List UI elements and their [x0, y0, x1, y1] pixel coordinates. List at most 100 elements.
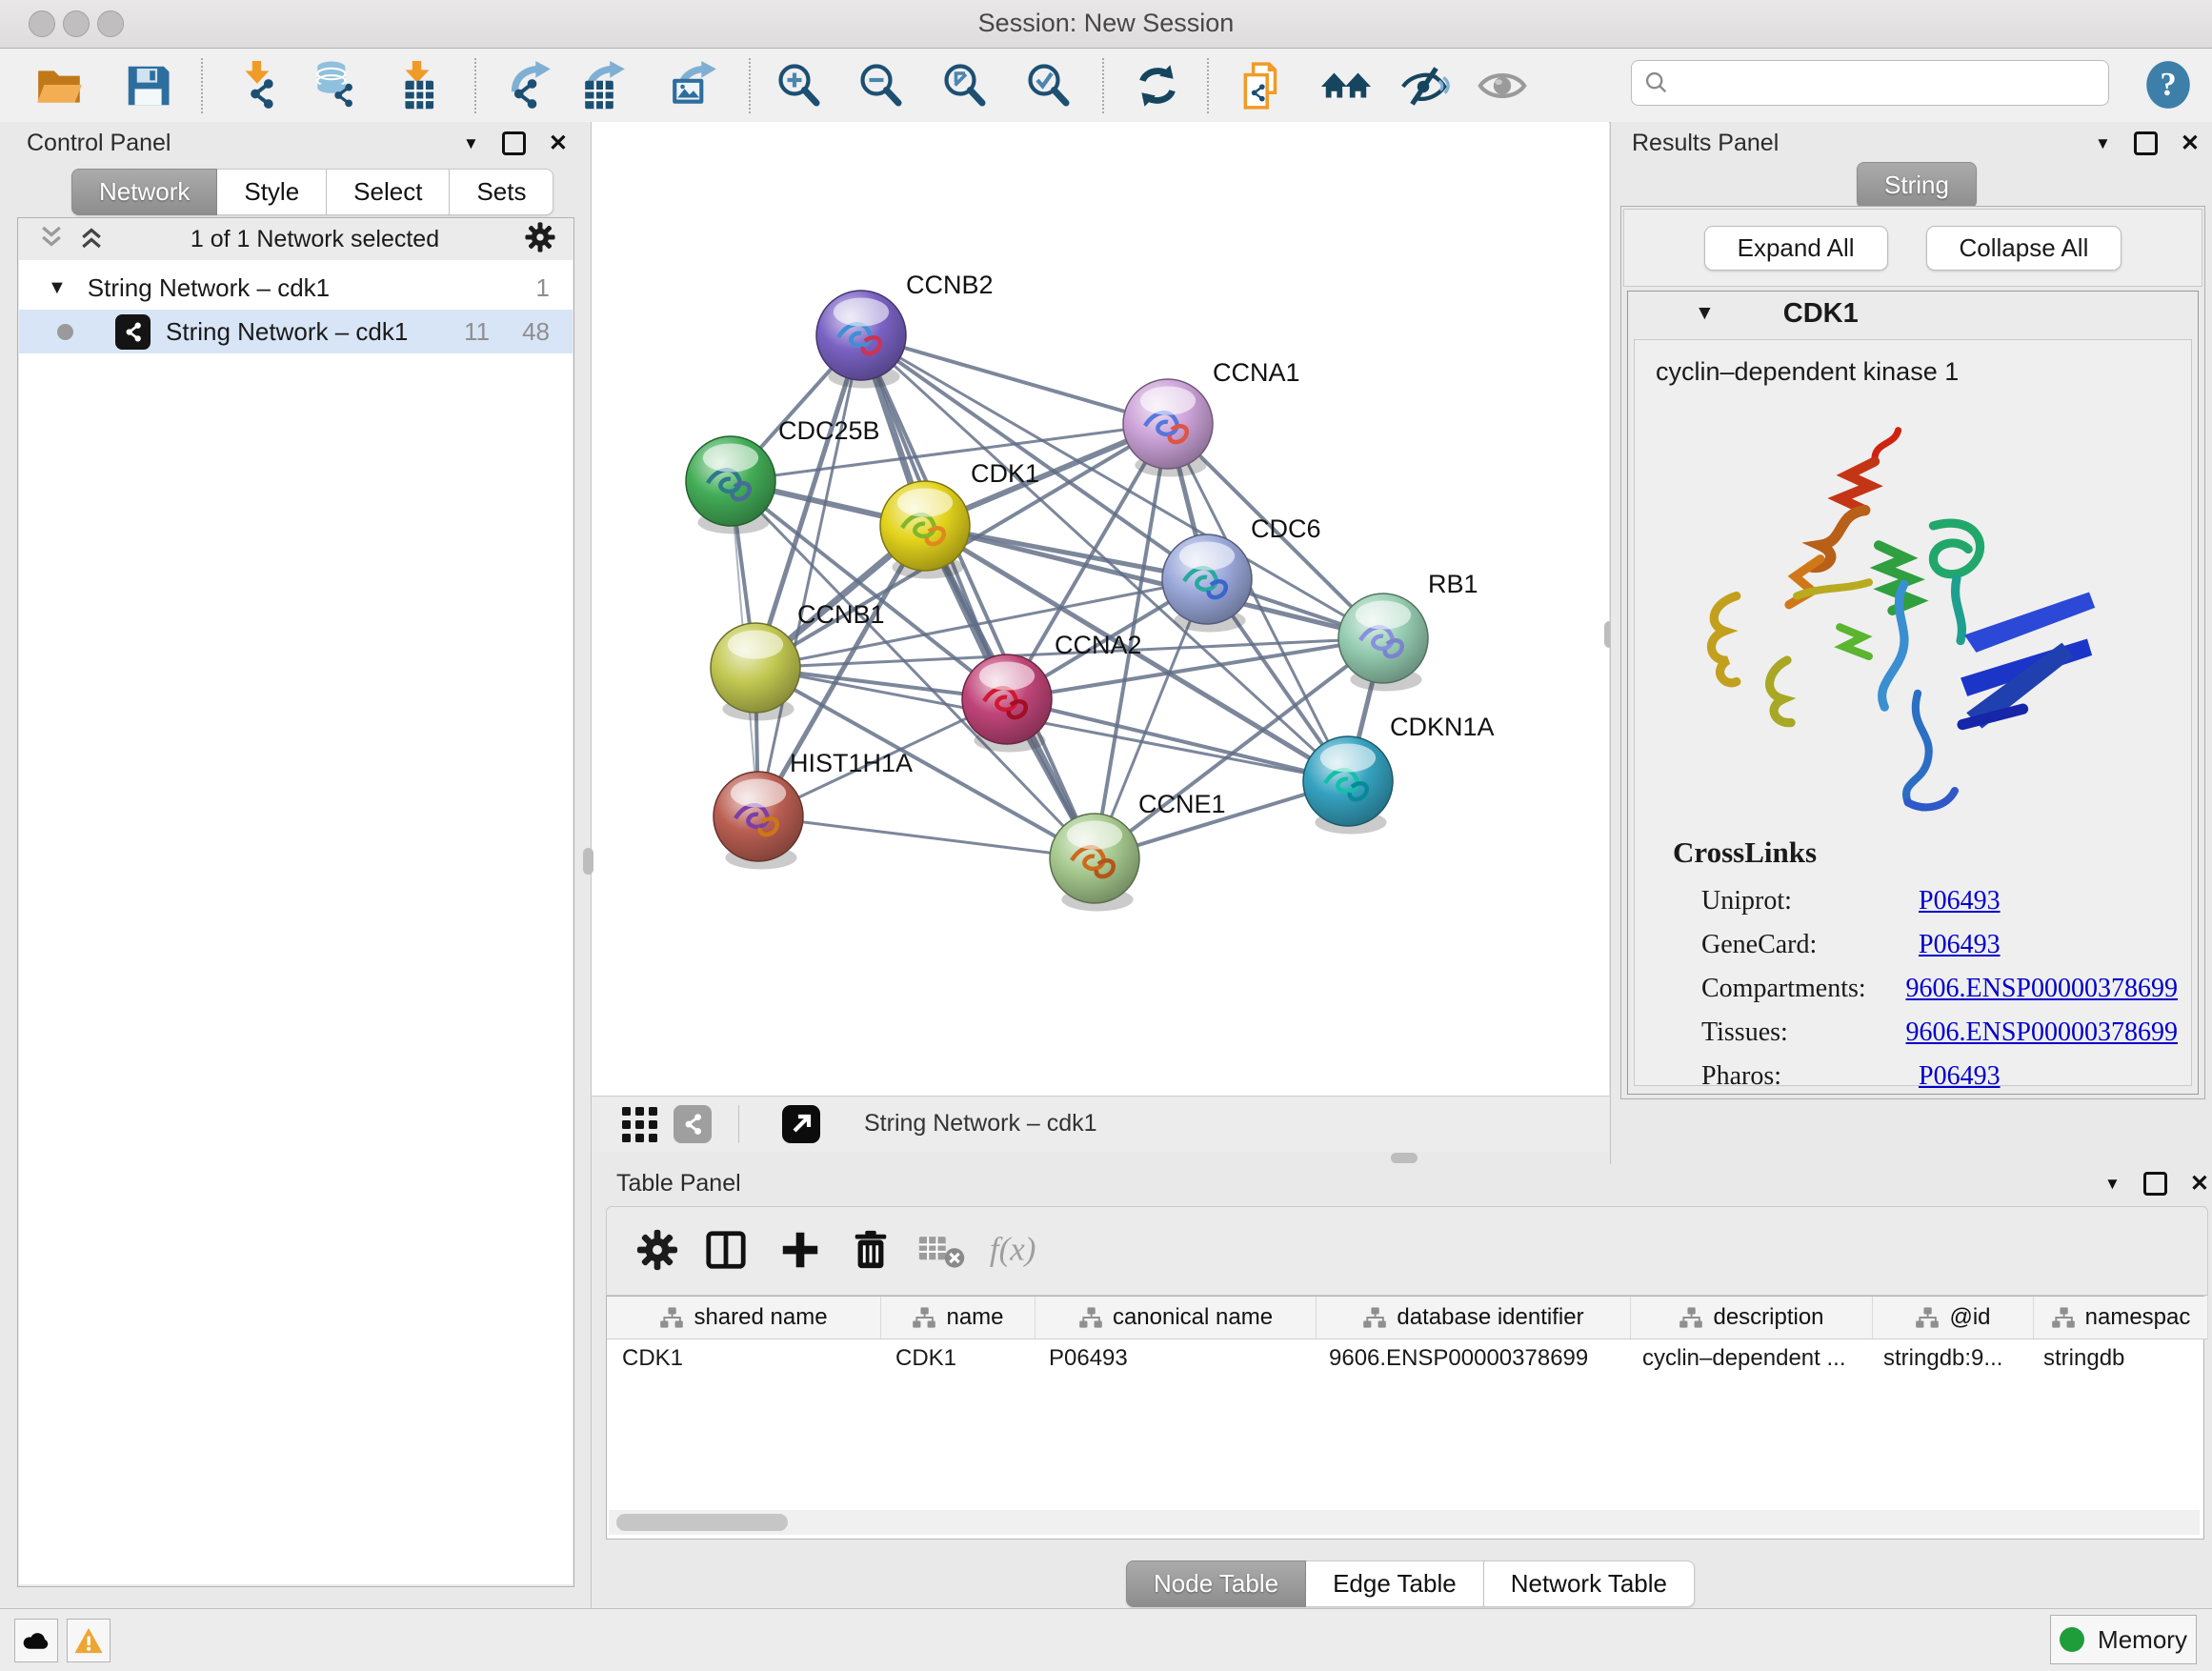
crosslink-link[interactable]: P06493	[1919, 1061, 2001, 1092]
table-cell: P06493	[1034, 1339, 1314, 1379]
network-collection-row[interactable]: ▼ String Network – cdk1 1	[19, 266, 573, 310]
close-panel-icon[interactable]: ✕	[2181, 132, 2200, 155]
crosslink-link[interactable]: 9606.ENSP00000378699	[1906, 974, 2178, 1004]
toolbar-separator	[1102, 58, 1104, 113]
hide-unhide-icon[interactable]	[1398, 60, 1450, 111]
panel-menu-icon[interactable]: ▼	[2104, 1173, 2121, 1196]
float-panel-icon[interactable]	[2143, 1172, 2167, 1196]
import-table-icon[interactable]	[391, 60, 442, 111]
grid-view-icon[interactable]	[620, 1105, 658, 1143]
scrollbar-thumb[interactable]	[616, 1514, 788, 1531]
network-node-CCNA1[interactable]: CCNA1	[1123, 358, 1300, 476]
column-header-canonical-name[interactable]: canonical name	[1036, 1297, 1317, 1339]
results-panel-window-buttons: ▼ ✕	[2095, 131, 2200, 155]
network-edge	[861, 335, 1095, 858]
tab-select[interactable]: Select	[327, 169, 450, 215]
network-node-RB1[interactable]: RB1	[1338, 570, 1478, 691]
network-node-CDKN1A[interactable]: CDKN1A	[1303, 713, 1495, 834]
zoom-out-icon[interactable]	[855, 60, 907, 111]
network-edge	[1007, 699, 1348, 781]
crosslink-link[interactable]: 9606.ENSP00000378699	[1906, 1017, 2178, 1048]
zoom-selected-icon[interactable]	[1023, 60, 1075, 111]
expand-all-icon[interactable]	[77, 223, 106, 256]
zoom-in-icon[interactable]	[774, 60, 825, 111]
table-panel-tabs: Node TableEdge TableNetwork Table	[1126, 1560, 1695, 1607]
node-label: RB1	[1428, 570, 1478, 598]
tab-string[interactable]: String	[1857, 162, 1977, 209]
attribute-icon	[1679, 1306, 1703, 1329]
panel-menu-icon[interactable]: ▼	[2095, 132, 2111, 155]
collapse-all-icon[interactable]	[37, 223, 66, 256]
tab-edge-table[interactable]: Edge Table	[1306, 1560, 1484, 1607]
network-node-CCNE1[interactable]: CCNE1	[1050, 790, 1226, 911]
table-panel-title: Table Panel	[616, 1170, 741, 1198]
entry-expand-icon[interactable]: ▼	[1695, 302, 1715, 325]
column-header--id[interactable]: @id	[1873, 1297, 2034, 1339]
close-panel-icon[interactable]: ✕	[549, 132, 568, 155]
export-image-icon[interactable]	[669, 60, 720, 111]
apply-layout-icon[interactable]	[1132, 60, 1183, 111]
node-label: CDC6	[1251, 514, 1321, 543]
export-network-icon[interactable]	[503, 60, 554, 111]
tab-network-table[interactable]: Network Table	[1484, 1560, 1695, 1607]
zoom-fit-icon[interactable]	[939, 60, 991, 111]
search-input[interactable]	[1678, 64, 2101, 102]
column-header-shared-name[interactable]: shared name	[607, 1297, 881, 1339]
crosslink-link[interactable]: P06493	[1919, 930, 2001, 960]
table-cell: CDK1	[607, 1339, 880, 1379]
warning-button[interactable]	[67, 1619, 111, 1662]
delete-column-icon[interactable]	[849, 1228, 893, 1272]
birds-eye-view-icon[interactable]	[782, 1105, 820, 1143]
cloud-button[interactable]	[14, 1619, 58, 1662]
network-node-CCNB2[interactable]: CCNB2	[816, 271, 994, 388]
float-panel-icon[interactable]	[2134, 131, 2158, 155]
toolbar-separator	[749, 58, 751, 113]
table-settings-icon[interactable]	[635, 1228, 679, 1272]
horizontal-scrollbar[interactable]	[609, 1510, 2200, 1535]
collection-expand-icon[interactable]: ▼	[48, 277, 67, 299]
network-view-icon[interactable]	[674, 1105, 712, 1143]
crosslink-link[interactable]: P06493	[1919, 886, 2001, 916]
network-node-CCNB1[interactable]: CCNB1	[711, 600, 885, 720]
gear-icon[interactable]	[524, 221, 556, 258]
tab-node-table[interactable]: Node Table	[1126, 1560, 1306, 1607]
column-header-description[interactable]: description	[1631, 1297, 1873, 1339]
collapse-all-button[interactable]: Collapse All	[1926, 226, 2122, 271]
tab-network[interactable]: Network	[71, 169, 217, 215]
table-toolbar: f(x)	[606, 1206, 2208, 1296]
network-canvas[interactable]: CDK1CCNB2CCNA1CDC25BCDC6RB1CCNB1CCNA2CDK…	[592, 122, 1609, 1096]
column-header-database-identifier[interactable]: database identifier	[1317, 1297, 1631, 1339]
save-session-icon[interactable]	[122, 60, 173, 111]
export-table-icon[interactable]	[577, 60, 629, 111]
splitter-handle[interactable]	[583, 848, 593, 875]
table-row[interactable]: CDK1CDK1P064939606.ENSP00000378699cyclin…	[607, 1339, 2202, 1379]
tab-sets[interactable]: Sets	[450, 169, 553, 215]
show-columns-icon[interactable]	[704, 1228, 748, 1272]
close-panel-icon[interactable]: ✕	[2190, 1173, 2209, 1196]
memory-button[interactable]: Memory	[2050, 1615, 2197, 1664]
help-icon[interactable]: ?	[2143, 58, 2193, 111]
import-network-database-icon[interactable]	[311, 60, 362, 111]
column-header-namespac[interactable]: namespac	[2034, 1297, 2208, 1339]
search-box[interactable]	[1631, 60, 2109, 106]
network-tree: ▼ String Network – cdk1 1 String Network…	[19, 260, 573, 1584]
entry-header[interactable]: ▼ CDK1	[1628, 292, 2198, 335]
float-panel-icon[interactable]	[502, 131, 526, 155]
open-session-icon[interactable]	[34, 60, 86, 111]
clone-network-icon[interactable]	[1237, 60, 1288, 111]
crosslink-row: Compartments:9606.ENSP00000378699	[1701, 967, 2178, 1011]
network-graph[interactable]: CDK1CCNB2CCNA1CDC25BCDC6RB1CCNB1CCNA2CDK…	[592, 122, 1609, 1096]
string-home-icon[interactable]	[1320, 60, 1372, 111]
add-column-icon[interactable]	[778, 1228, 822, 1272]
node-label: CCNB2	[906, 271, 994, 299]
column-header-label: shared name	[694, 1304, 827, 1331]
column-header-name[interactable]: name	[881, 1297, 1036, 1339]
expand-all-button[interactable]: Expand All	[1704, 226, 1888, 271]
import-network-file-icon[interactable]	[232, 60, 284, 111]
splitter-handle[interactable]	[1391, 1153, 1418, 1163]
network-node-HIST1H1A[interactable]: HIST1H1A	[714, 749, 913, 869]
network-node-CDC6[interactable]: CDC6	[1162, 514, 1321, 632]
tab-style[interactable]: Style	[217, 169, 327, 215]
network-row-selected[interactable]: String Network – cdk1 11 48	[19, 310, 573, 353]
panel-menu-icon[interactable]: ▼	[463, 132, 479, 155]
